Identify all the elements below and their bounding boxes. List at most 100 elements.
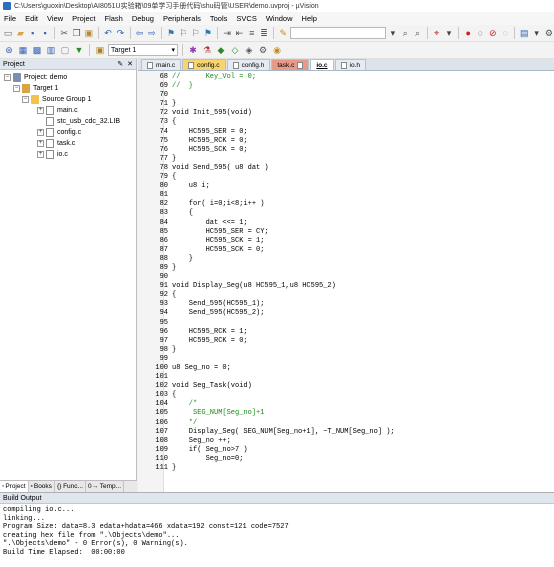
close-icon[interactable]: ✕	[127, 60, 133, 68]
collapse-toggle-icon[interactable]: −	[13, 85, 20, 92]
new-file-icon[interactable]: ▭	[3, 27, 13, 39]
tree-item-main-c[interactable]: + main.c	[0, 105, 136, 116]
menu-edit[interactable]: Edit	[25, 14, 38, 23]
code-line: 88 }	[138, 255, 395, 264]
open-folder-icon[interactable]: ▰	[15, 27, 25, 39]
window-layout-icon[interactable]: ▤	[519, 27, 529, 39]
tab-books[interactable]: ▪ Books	[29, 481, 55, 492]
code-area[interactable]: 68// Key_Vol = 0; 69// } 70 71} 72 void Init_…	[138, 71, 554, 492]
indent-icon[interactable]: ⇥	[222, 27, 232, 39]
select-packs-icon[interactable]: ◇	[229, 44, 241, 56]
comment-icon[interactable]: ≡	[247, 27, 257, 39]
menu-svcs[interactable]: SVCS	[236, 14, 256, 23]
tree-item-source-group[interactable]: − Source Group 1	[0, 94, 136, 105]
breakpoint-icon[interactable]: ●	[463, 27, 473, 39]
translate-icon[interactable]: ⊛	[3, 44, 15, 56]
menu-view[interactable]: View	[47, 14, 63, 23]
collapse-toggle-icon[interactable]: −	[4, 74, 11, 81]
build-output-line: ".\Objects\demo" - 0 Error(s), 0 Warning…	[3, 540, 188, 549]
line-number: 68	[159, 73, 168, 81]
configure-icon[interactable]: ⚙	[544, 27, 554, 39]
template-icon[interactable]: ✎	[278, 27, 288, 39]
build-output-text[interactable]: compiling io.c... linking... Program Siz…	[0, 504, 554, 560]
tree-item-task-c[interactable]: + task.c	[0, 138, 136, 149]
file-extensions-icon[interactable]: ⚗	[201, 44, 213, 56]
code-text: Seg_no ++;	[172, 436, 231, 445]
tree-item-label: io.c	[57, 151, 68, 158]
kill-breakpoints-icon[interactable]: ⊘	[488, 27, 498, 39]
options-for-target-icon[interactable]: ✱	[187, 44, 199, 56]
menu-project[interactable]: Project	[72, 14, 95, 23]
tree-item-io-c[interactable]: + io.c	[0, 149, 136, 160]
nav-back-icon[interactable]: ⇦	[134, 27, 144, 39]
save-icon[interactable]: ▪	[28, 27, 38, 39]
tab-templates[interactable]: 0→ Temp...	[86, 481, 125, 492]
tab-config-h[interactable]: config.h	[226, 59, 271, 70]
line-number: 84	[159, 218, 168, 227]
code-line: 108 Seg_no ++;	[138, 437, 395, 446]
tree-item-project[interactable]: − Project: demo	[0, 72, 136, 83]
save-all-icon[interactable]: ▪	[40, 27, 50, 39]
copy-icon[interactable]: ❐	[71, 27, 81, 39]
pin-icon[interactable]: ✎	[117, 60, 123, 68]
tab-project[interactable]: ▪ Project	[0, 481, 29, 492]
tab-io-c[interactable]: io.c	[310, 59, 334, 70]
unindent-icon[interactable]: ⇤	[234, 27, 244, 39]
tab-task-c[interactable]: task.c	[271, 59, 310, 70]
clear-bookmarks-icon[interactable]: ⚑	[203, 27, 213, 39]
redo-icon[interactable]: ↷	[115, 27, 125, 39]
tree-item-target[interactable]: − Target 1	[0, 83, 136, 94]
tab-config-c[interactable]: config.c	[182, 59, 226, 70]
dropdown-arrow-icon[interactable]: ▾	[444, 27, 454, 39]
expand-toggle-icon[interactable]: +	[37, 107, 44, 114]
find-icon[interactable]: ⌕	[400, 27, 410, 39]
disable-breakpoint-icon[interactable]: ○	[475, 27, 485, 39]
menu-help[interactable]: Help	[302, 14, 317, 23]
tab-io-h[interactable]: io.h	[334, 59, 367, 70]
menu-peripherals[interactable]: Peripherals	[163, 14, 201, 23]
undo-icon[interactable]: ↶	[103, 27, 113, 39]
expand-toggle-icon[interactable]: +	[37, 140, 44, 147]
cut-icon[interactable]: ✂	[59, 27, 69, 39]
stop-build-icon[interactable]: ▢	[59, 44, 71, 56]
code-lines: 68// Key_Vol = 0; 69// } 70 71} 72 void Init_…	[138, 73, 395, 473]
expand-toggle-icon[interactable]: +	[37, 129, 44, 136]
find-in-files-combo[interactable]	[290, 27, 386, 39]
paste-icon[interactable]: ▣	[84, 27, 94, 39]
manage-rte-icon[interactable]: ◉	[271, 44, 283, 56]
bookmark-icon[interactable]: ⚑	[166, 27, 176, 39]
tab-main-c[interactable]: main.c	[141, 59, 182, 70]
menu-flash[interactable]: Flash	[105, 14, 123, 23]
uncomment-icon[interactable]: ≣	[259, 27, 269, 39]
incremental-find-icon[interactable]: ⌕	[412, 27, 422, 39]
menu-tools[interactable]: Tools	[210, 14, 228, 23]
target-icon[interactable]: ▣	[94, 44, 106, 56]
menu-window[interactable]: Window	[266, 14, 293, 23]
dropdown-arrow-icon[interactable]: ▾	[388, 27, 398, 39]
rebuild-icon[interactable]: ▩	[31, 44, 43, 56]
menu-file[interactable]: File	[4, 14, 16, 23]
code-line: 68 // Key_Vol = 0;	[138, 73, 395, 82]
target-select[interactable]: Target 1 ▾	[108, 44, 178, 56]
pack-installer-icon[interactable]: ◈	[243, 44, 255, 56]
collapse-toggle-icon[interactable]: −	[22, 96, 29, 103]
build-icon[interactable]: ▦	[17, 44, 29, 56]
batch-build-icon[interactable]: ▥	[45, 44, 57, 56]
dropdown-arrow-icon[interactable]: ▾	[531, 27, 541, 39]
load-download-icon[interactable]: ▼	[73, 44, 85, 56]
code-line: 76 HC595_SCK = 0;	[138, 146, 395, 155]
menu-debug[interactable]: Debug	[132, 14, 154, 23]
prev-bookmark-icon[interactable]: ⚐	[178, 27, 188, 39]
debug-session-icon[interactable]: ⌖	[432, 27, 442, 39]
next-bookmark-icon[interactable]: ⚐	[191, 27, 201, 39]
code-text: if( Seg_no>7 )	[172, 445, 248, 454]
nav-forward-icon[interactable]: ⇨	[147, 27, 157, 39]
tree-item-config-c[interactable]: + config.c	[0, 127, 136, 138]
expand-toggle-icon[interactable]: +	[37, 151, 44, 158]
run-time-environment-icon[interactable]: ⚙	[257, 44, 269, 56]
tree-item-lib[interactable]: stc_usb_cdc_32.LIB	[0, 116, 136, 127]
line-number: 82	[159, 200, 168, 209]
manage-components-icon[interactable]: ◆	[215, 44, 227, 56]
tab-functions[interactable]: {} Func...	[55, 481, 86, 492]
disable-all-breakpoints-icon[interactable]: ◌	[500, 27, 510, 39]
